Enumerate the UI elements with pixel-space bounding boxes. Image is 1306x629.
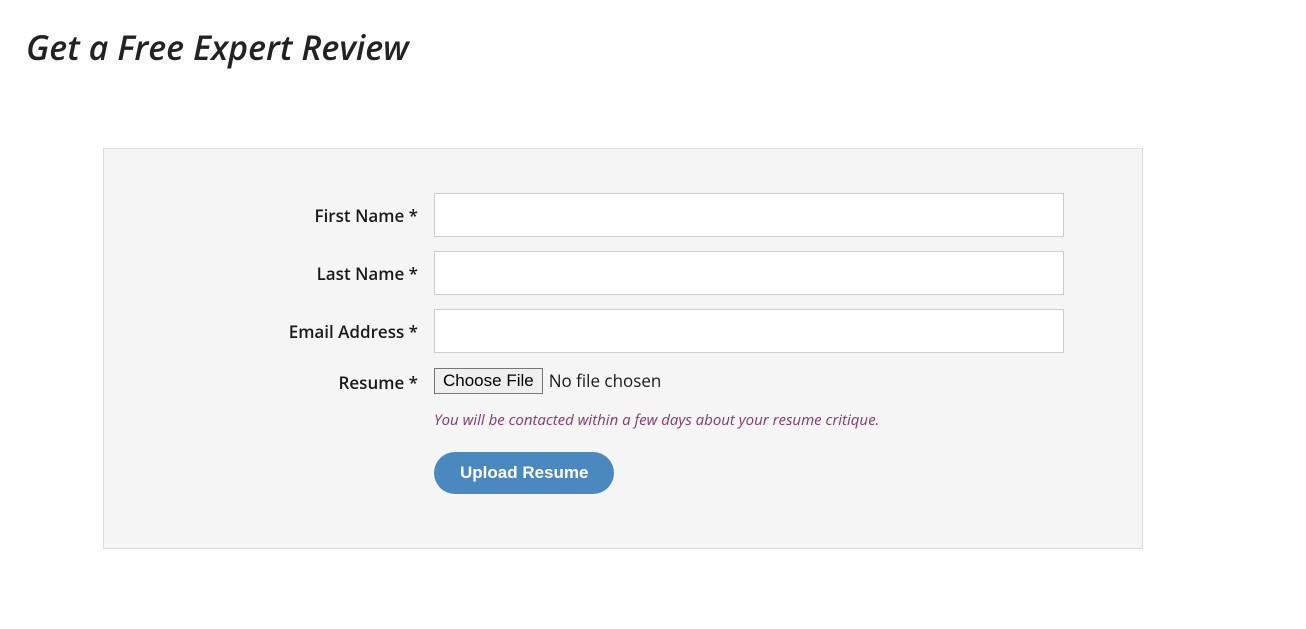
first-name-label: First Name * bbox=[124, 204, 434, 227]
hint-spacer bbox=[124, 410, 434, 430]
hint-row: You will be contacted within a few days … bbox=[124, 410, 1064, 430]
email-input[interactable] bbox=[434, 309, 1064, 353]
hint-text: You will be contacted within a few days … bbox=[434, 410, 879, 430]
last-name-row: Last Name * bbox=[124, 251, 1064, 295]
form-container: First Name * Last Name * Email Address *… bbox=[103, 148, 1143, 549]
email-label: Email Address * bbox=[124, 320, 434, 343]
resume-label: Resume * bbox=[124, 367, 434, 394]
button-spacer bbox=[124, 452, 434, 494]
file-input-wrap: Choose File No file chosen bbox=[434, 368, 661, 394]
choose-file-button[interactable]: Choose File bbox=[434, 368, 543, 394]
page-title: Get a Free Expert Review bbox=[26, 24, 1306, 70]
last-name-input[interactable] bbox=[434, 251, 1064, 295]
first-name-row: First Name * bbox=[124, 193, 1064, 237]
first-name-input[interactable] bbox=[434, 193, 1064, 237]
email-row: Email Address * bbox=[124, 309, 1064, 353]
upload-resume-button[interactable]: Upload Resume bbox=[434, 452, 614, 494]
resume-row: Resume * Choose File No file chosen bbox=[124, 367, 1064, 394]
file-status-text: No file chosen bbox=[549, 369, 662, 392]
last-name-label: Last Name * bbox=[124, 262, 434, 285]
button-row: Upload Resume bbox=[124, 452, 1064, 494]
